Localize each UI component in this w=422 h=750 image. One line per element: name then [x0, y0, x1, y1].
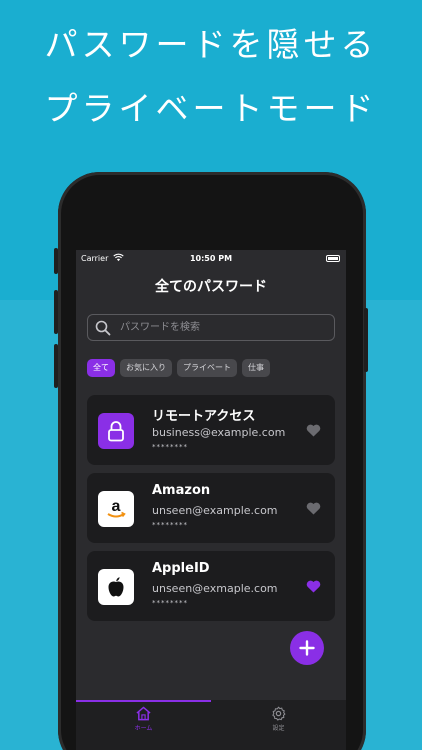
lock-icon	[98, 413, 134, 449]
password-item-appleid[interactable]: AppleID unseen@exmaple.com ********	[87, 551, 335, 621]
phone-volume-up-button	[54, 290, 58, 334]
plus-icon	[299, 640, 315, 656]
item-email: unseen@exmaple.com	[152, 582, 278, 595]
phone-power-button	[364, 308, 368, 372]
password-item-remote-access[interactable]: リモートアクセス business@example.com ********	[87, 395, 335, 465]
promo-headline-line1: パスワードを隠せる	[44, 25, 378, 64]
item-password: ********	[152, 599, 188, 607]
battery-icon	[326, 255, 340, 262]
tab-selection-indicator	[76, 700, 211, 702]
favorite-heart-icon[interactable]	[306, 422, 321, 441]
phone-mute-switch	[54, 248, 58, 274]
tab-home-label: ホーム	[134, 725, 153, 732]
promo-headline-line2: プライベートモード	[44, 89, 378, 128]
filter-chip-favorites[interactable]: お気に入り	[120, 359, 172, 377]
filter-chips: 全て お気に入り プライベート 仕事	[87, 359, 270, 377]
status-bar: Carrier 10:50 PM	[76, 253, 346, 267]
item-email: unseen@example.com	[152, 504, 278, 517]
item-email: business@example.com	[152, 426, 286, 439]
tab-settings-label: 設定	[272, 725, 285, 732]
item-name: AppleID	[152, 561, 210, 576]
favorite-heart-icon[interactable]	[306, 500, 321, 519]
filter-chip-all[interactable]: 全て	[87, 359, 115, 377]
phone-volume-down-button	[54, 344, 58, 388]
apple-logo-icon	[98, 569, 134, 605]
favorite-heart-icon[interactable]	[306, 578, 321, 597]
search-input[interactable]	[120, 315, 320, 340]
tab-settings[interactable]: 設定	[211, 706, 346, 732]
home-icon	[136, 706, 151, 721]
add-password-button[interactable]	[290, 631, 324, 665]
filter-chip-private[interactable]: プライベート	[177, 359, 237, 377]
filter-chip-work[interactable]: 仕事	[242, 359, 270, 377]
search-bar[interactable]	[87, 314, 335, 341]
password-item-amazon[interactable]: a Amazon unseen@example.com ********	[87, 473, 335, 543]
search-icon	[95, 320, 111, 340]
item-name: Amazon	[152, 483, 211, 498]
page-title: 全てのパスワード	[155, 279, 267, 295]
tab-bar: ホーム 設定	[76, 700, 346, 750]
item-password: ********	[152, 521, 188, 529]
gear-icon	[272, 706, 286, 721]
item-password: ********	[152, 443, 188, 451]
amazon-logo-icon: a	[98, 491, 134, 527]
tab-home[interactable]: ホーム	[76, 706, 211, 732]
item-name: リモートアクセス	[152, 409, 256, 424]
app-screen: Carrier 10:50 PM 全てのパスワード 全て お気に入り プライベー…	[76, 250, 346, 750]
svg-text:a: a	[112, 498, 121, 515]
status-time: 10:50 PM	[189, 254, 233, 263]
